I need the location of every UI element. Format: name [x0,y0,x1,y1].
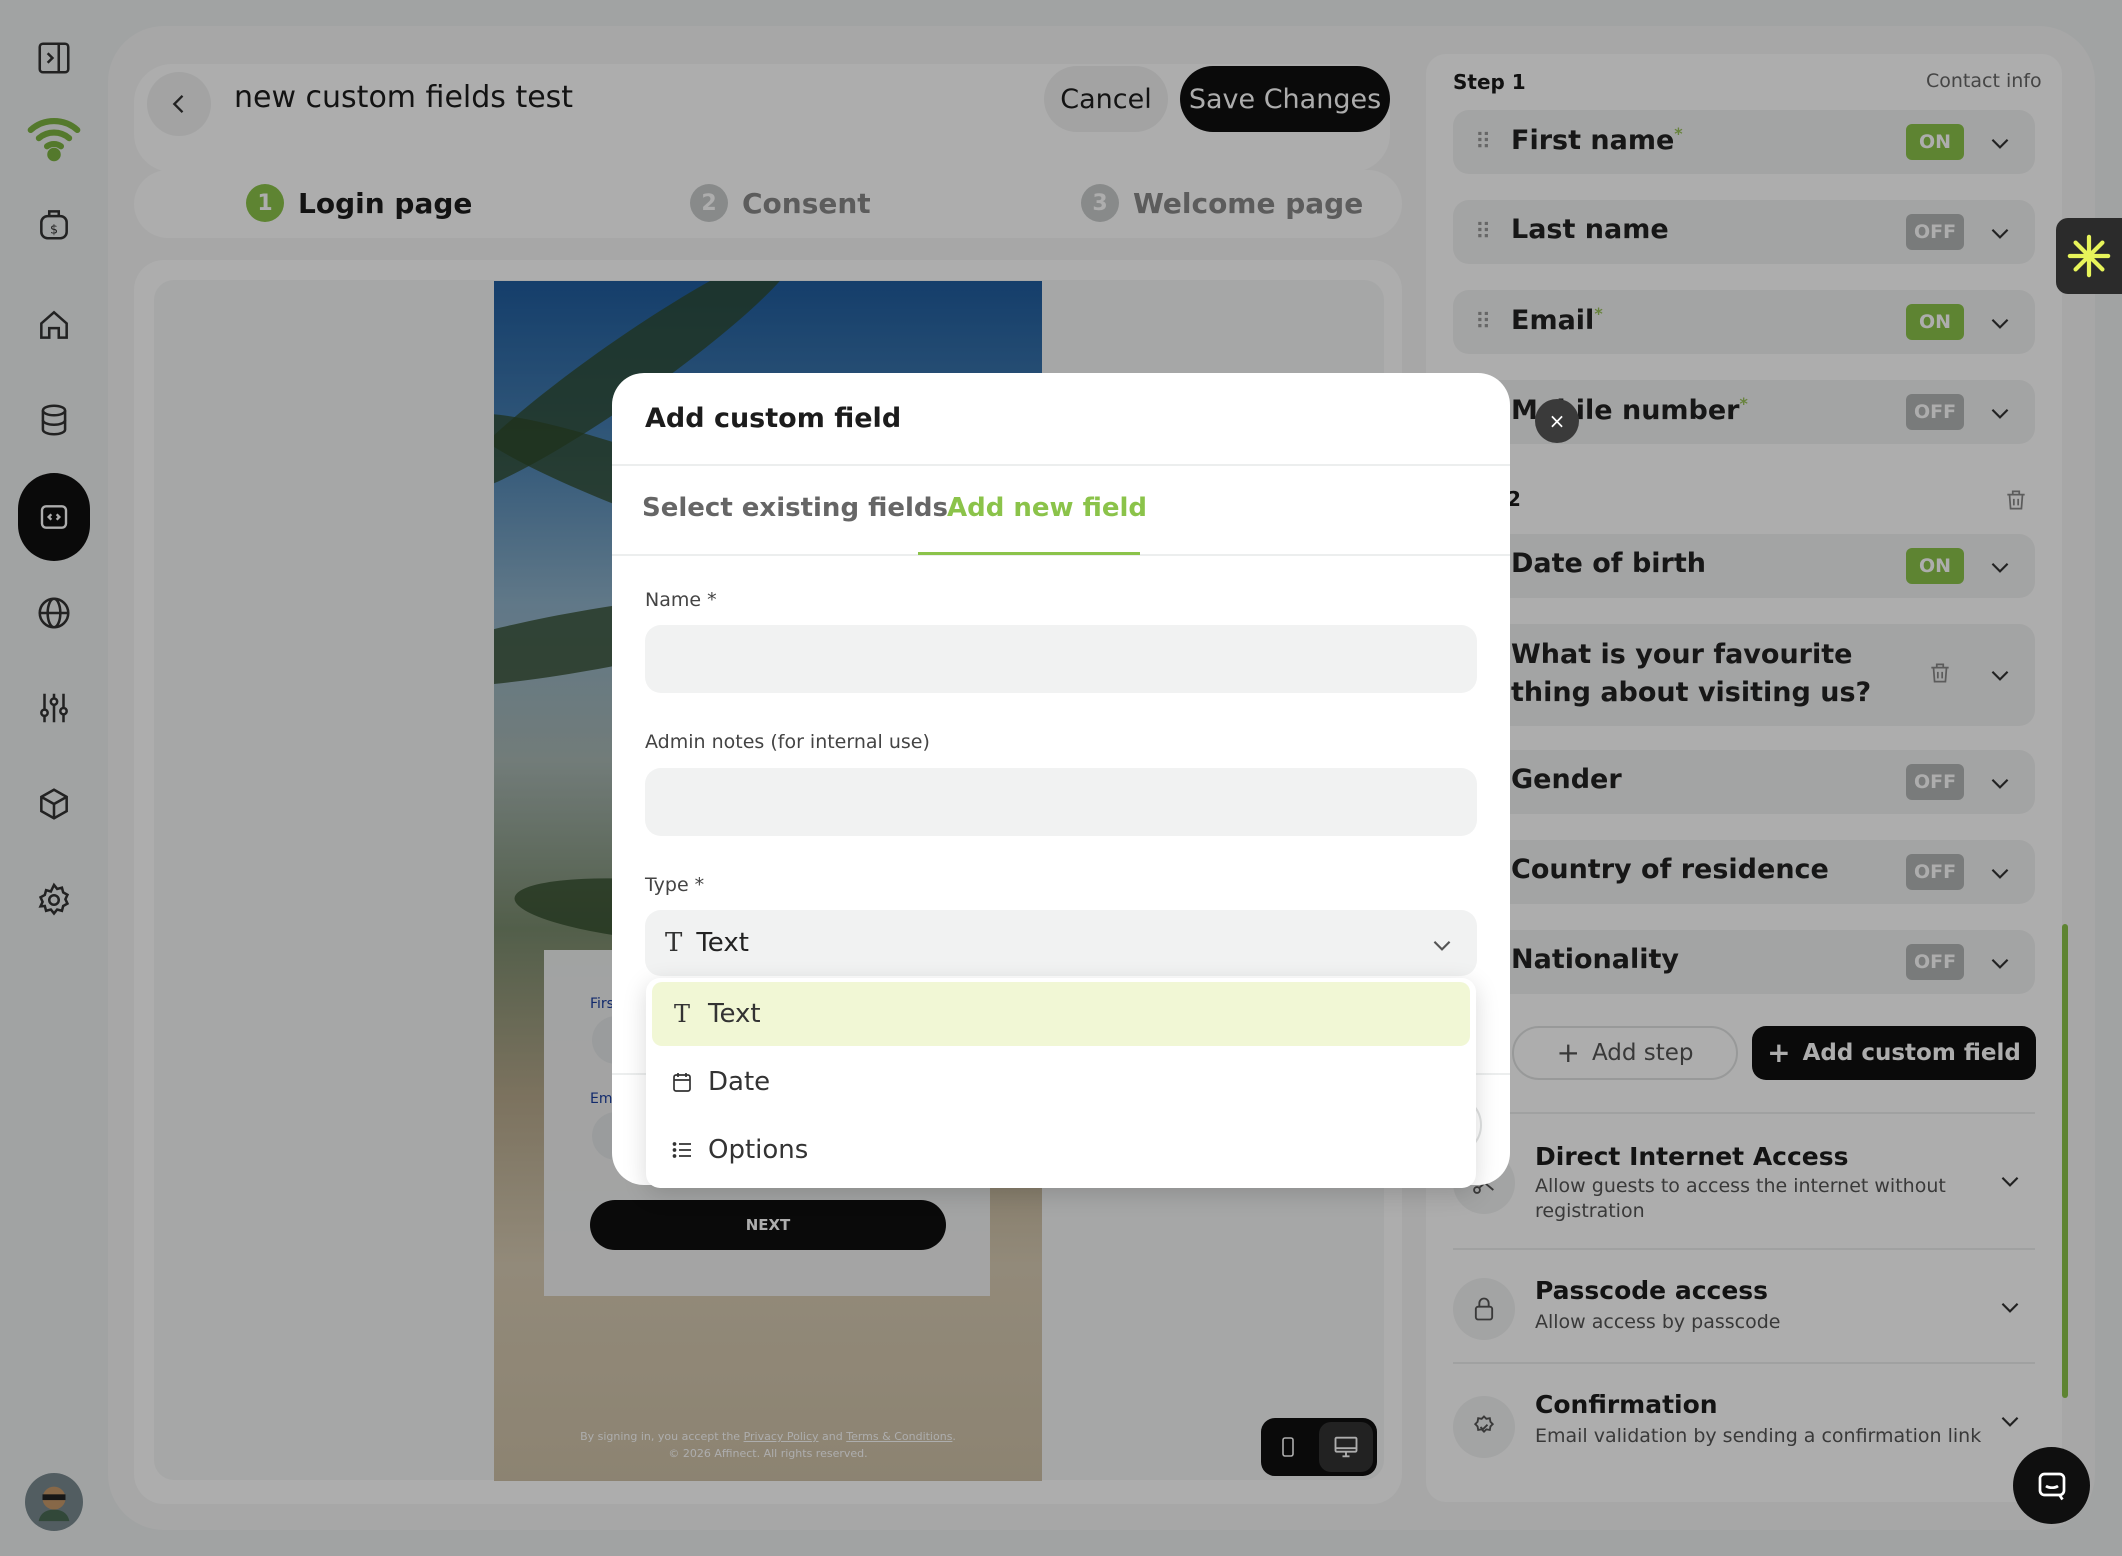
active-tab-indicator [918,552,1140,555]
list-icon [670,1138,694,1162]
option-label: Date [708,1067,771,1097]
close-icon[interactable]: × [1535,399,1579,443]
type-option-date[interactable]: Date [652,1050,1470,1114]
type-option-text[interactable]: T Text [652,982,1470,1046]
tab-select-existing-fields[interactable]: Select existing fields [642,493,948,523]
type-option-options[interactable]: Options [652,1118,1470,1182]
name-input[interactable] [645,625,1477,693]
modal-title: Add custom field [645,403,902,434]
chevron-down-icon [1433,940,1451,951]
text-type-icon: T [673,1000,690,1028]
type-label: Type * [645,874,705,896]
name-label: Name * [645,589,717,611]
tab-add-new-field[interactable]: Add new field [947,493,1147,523]
option-label: Text [708,999,761,1029]
assistant-button[interactable] [2056,218,2122,294]
chat-icon [2038,1472,2065,1500]
chat-support-button[interactable] [2013,1447,2090,1524]
option-label: Options [708,1135,809,1165]
type-selected-value: Text [696,928,749,958]
admin-notes-input[interactable] [645,768,1477,836]
text-type-icon: T [665,928,683,958]
divider [612,464,1510,466]
sparkle-icon [2067,234,2111,278]
calendar-icon [670,1070,694,1094]
type-dropdown-menu: T Text Date Options [646,978,1476,1188]
type-select[interactable]: T Text [645,910,1477,976]
admin-notes-label: Admin notes (for internal use) [645,731,930,753]
